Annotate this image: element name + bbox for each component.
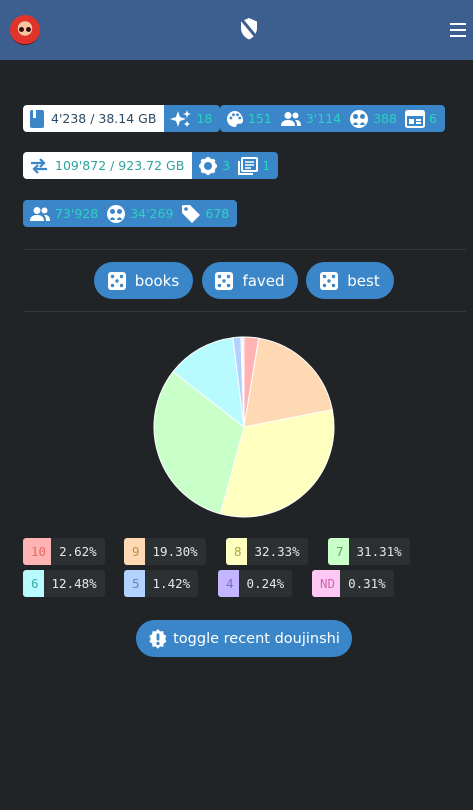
- calendar-icon: [404, 109, 425, 128]
- random-books-button[interactable]: books: [94, 262, 193, 299]
- exclamation-icon: [149, 628, 167, 649]
- sparkles-icon: [170, 109, 192, 127]
- divider: [23, 311, 466, 312]
- top-navbar: [0, 0, 473, 60]
- legend-item: 4 0.24%: [218, 570, 293, 597]
- legend-swatch: 7: [328, 538, 349, 565]
- legend-swatch: 6: [23, 570, 44, 597]
- settings-stat[interactable]: 3: [192, 152, 239, 179]
- legend-item: 9 19.30%: [124, 538, 206, 565]
- legend-percent: 19.30%: [144, 538, 206, 565]
- library-stats: 4'238 / 38.14 GB 18: [23, 105, 221, 132]
- legend-swatch: 8: [226, 538, 247, 565]
- members-stat[interactable]: 73'928: [23, 200, 107, 227]
- legend-swatch: 4: [218, 570, 239, 597]
- circles-icon: [107, 204, 126, 223]
- users-icon: [30, 206, 50, 221]
- legend-item: 5 1.42%: [124, 570, 199, 597]
- legend-percent: 32.33%: [246, 538, 308, 565]
- library-icon: [238, 156, 259, 175]
- legend-item: 10 2.62%: [23, 538, 105, 565]
- palette-stat[interactable]: 151: [220, 105, 280, 132]
- toggle-recent-button[interactable]: toggle recent doujinshi: [136, 620, 352, 657]
- shield-icon[interactable]: [239, 17, 259, 41]
- circles-icon: [350, 109, 369, 128]
- calendar-stat[interactable]: 6: [404, 105, 445, 132]
- users-icon: [280, 111, 301, 126]
- exchange-icon: [31, 157, 47, 174]
- community-stats: 73'928 34'269 678: [23, 200, 238, 227]
- avatar-icon[interactable]: [10, 15, 40, 45]
- library-size[interactable]: 4'238 / 38.14 GB: [23, 105, 165, 132]
- transfer-stats: 109'872 / 923.72 GB 3 1: [23, 152, 279, 179]
- menu-icon[interactable]: [450, 23, 466, 37]
- legend-percent: 12.48%: [43, 570, 105, 597]
- legend-swatch: 10: [23, 538, 52, 565]
- transfer-size[interactable]: 109'872 / 923.72 GB: [23, 152, 193, 179]
- legend-percent: 1.42%: [144, 570, 199, 597]
- legend-percent: 0.31%: [340, 570, 394, 597]
- book-icon: [30, 109, 44, 128]
- legend-swatch: 5: [124, 570, 145, 597]
- artists-stat[interactable]: 3'114: [279, 105, 350, 132]
- tag-icon: [182, 204, 201, 223]
- tags-stat[interactable]: 678: [181, 200, 238, 227]
- dice-icon: [215, 271, 234, 290]
- score-pie-chart: [153, 336, 335, 518]
- legend-item: 7 31.31%: [328, 538, 410, 565]
- dice-icon: [320, 271, 339, 290]
- random-best-button[interactable]: best: [306, 262, 394, 299]
- legend-percent: 2.62%: [51, 538, 105, 565]
- dice-icon: [107, 271, 126, 290]
- gear-icon: [199, 156, 218, 175]
- legend-percent: 31.31%: [348, 538, 410, 565]
- legend-swatch: ND: [312, 570, 341, 597]
- groups-stat[interactable]: 34'269: [106, 200, 182, 227]
- legend-item: 6 12.48%: [23, 570, 105, 597]
- random-faved-button[interactable]: faved: [202, 262, 298, 299]
- divider: [23, 249, 466, 250]
- legend-percent: 0.24%: [238, 570, 293, 597]
- new-items[interactable]: 18: [164, 105, 221, 132]
- queue-stat[interactable]: 1: [238, 152, 279, 179]
- legend-swatch: 9: [124, 538, 145, 565]
- legend-item: ND 0.31%: [312, 570, 394, 597]
- legend-item: 8 32.33%: [226, 538, 308, 565]
- category-stats: 151 3'114 388 6: [220, 105, 445, 132]
- circles-stat[interactable]: 388: [349, 105, 405, 132]
- palette-icon: [227, 110, 243, 127]
